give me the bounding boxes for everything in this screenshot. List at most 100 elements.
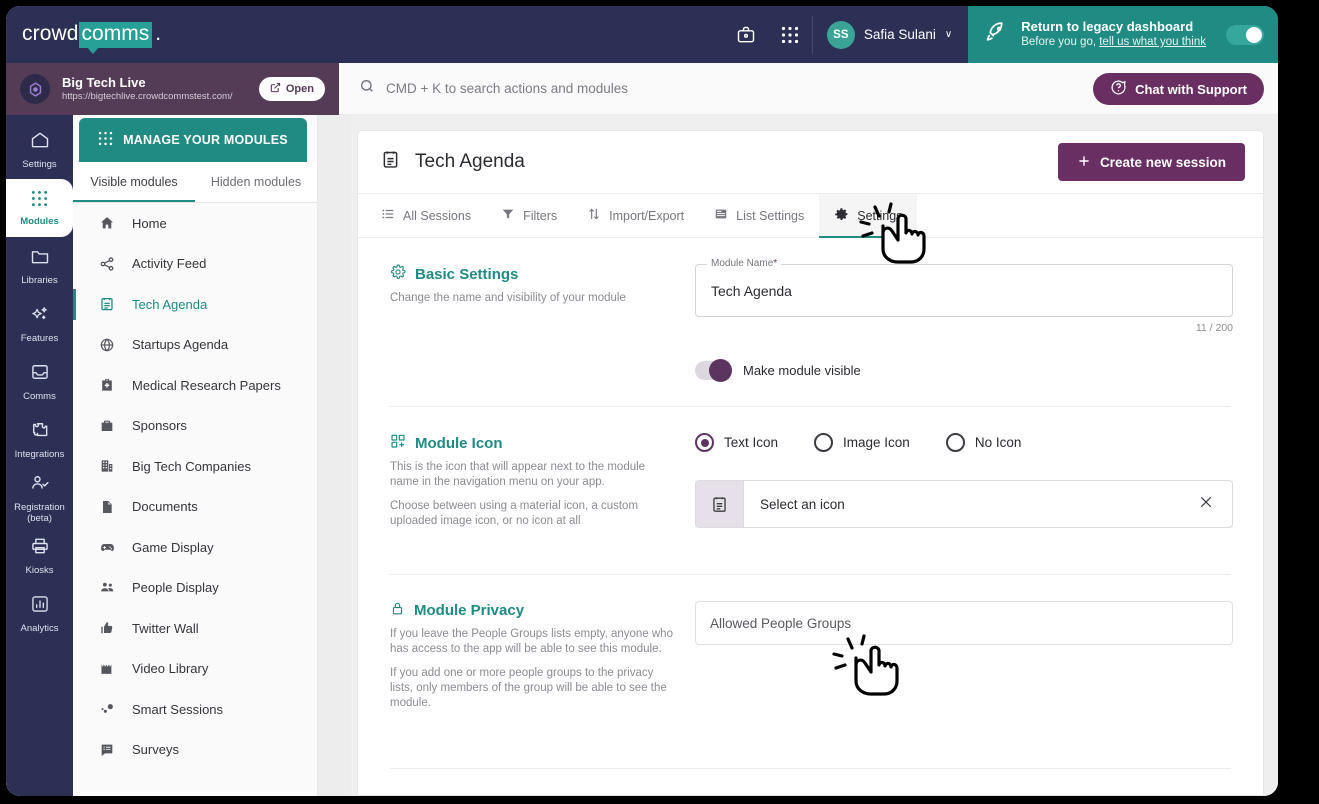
plus-icon — [1077, 154, 1091, 171]
module-privacy-heading: Module Privacy — [390, 601, 673, 620]
heading-text: Module Privacy — [414, 602, 525, 619]
list-item-label: People Display — [132, 580, 219, 596]
icon-selector[interactable]: Select an icon — [695, 480, 1233, 528]
brand-part-2: comms — [78, 21, 153, 54]
list-item[interactable]: Medical Research Papers — [73, 365, 317, 406]
toggle-knob — [709, 359, 732, 382]
list-item[interactable]: Home — [73, 203, 317, 244]
list-item[interactable]: Startups Agenda — [73, 325, 317, 366]
sidebar-item-features[interactable]: Features — [6, 295, 73, 353]
legacy-banner-text: Return to legacy dashboard Before you go… — [1021, 19, 1206, 50]
chat-with-support-button[interactable]: Chat with Support — [1093, 73, 1264, 105]
brand-part-1: crowd — [22, 21, 79, 45]
people-icon — [98, 579, 116, 596]
basic-settings-description-block: Basic Settings Change the name and visib… — [390, 264, 695, 380]
make-module-visible-toggle[interactable] — [695, 359, 732, 382]
sidebar-item-analytics[interactable]: Analytics — [6, 585, 73, 643]
radio-no-icon[interactable]: No Icon — [945, 433, 1021, 452]
module-icon-controls: Text Icon Image Icon No Icon Select an i… — [695, 433, 1247, 538]
tab-import-export[interactable]: Import/Export — [572, 194, 699, 237]
sidebar-item-comms[interactable]: Comms — [6, 353, 73, 411]
manage-your-modules-button[interactable]: MANAGE YOUR MODULES — [79, 118, 307, 162]
create-new-session-button[interactable]: Create new session — [1057, 143, 1245, 181]
list-item[interactable]: Smart Sessions — [73, 689, 317, 730]
tab-label: Import/Export — [609, 208, 685, 223]
tab-filters[interactable]: Filters — [486, 194, 572, 237]
module-privacy-description-1: If you leave the People Groups lists emp… — [390, 628, 673, 655]
tab-visible-modules[interactable]: Visible modules — [73, 162, 195, 202]
tab-hidden-modules[interactable]: Hidden modules — [195, 162, 317, 202]
settings-panel: Basic Settings Change the name and visib… — [358, 238, 1263, 795]
event-name: Big Tech Live — [62, 75, 146, 90]
list-item[interactable]: Big Tech Companies — [73, 446, 317, 487]
sidebar-item-label: Kiosks — [25, 565, 54, 576]
inbox-icon — [30, 362, 50, 387]
rocket-icon — [984, 20, 1009, 50]
close-icon[interactable] — [1198, 494, 1232, 515]
legacy-toggle-switch[interactable] — [1226, 24, 1264, 45]
building-icon — [98, 458, 116, 474]
feedback-link[interactable]: tell us what you think — [1099, 36, 1206, 48]
module-visible-toggle-row: Make module visible — [695, 359, 1233, 382]
list-item-label: Startups Agenda — [132, 337, 229, 353]
sidebar-item-label: Integrations — [14, 449, 65, 460]
module-icon-description-2: Choose between using a material icon, a … — [390, 500, 639, 527]
tab-list-settings[interactable]: List Settings — [699, 194, 819, 237]
open-event-button[interactable]: Open — [258, 77, 325, 101]
module-icon-icon — [390, 433, 406, 453]
tab-settings[interactable]: Settings — [819, 194, 918, 238]
tab-label: List Settings — [736, 208, 805, 223]
list-item[interactable]: Sponsors — [73, 406, 317, 447]
tab-all-sessions[interactable]: All Sessions — [366, 194, 486, 237]
legacy-dashboard-banner[interactable]: Return to legacy dashboard Before you go… — [968, 6, 1278, 63]
radio-text-icon[interactable]: Text Icon — [695, 433, 778, 452]
radio-dot-selected — [695, 433, 714, 452]
sidebar-item-label: Comms — [23, 391, 56, 402]
agenda-icon — [98, 296, 116, 312]
sidebar-item-modules[interactable]: Modules — [6, 167, 73, 237]
chat-support-label: Chat with Support — [1135, 81, 1247, 97]
crowdcomms-logo[interactable]: crowd comms. — [6, 21, 161, 54]
user-menu[interactable]: SS Safia Sulani ∨ — [813, 6, 968, 63]
allowed-people-groups-input[interactable]: Allowed People Groups — [695, 601, 1233, 645]
briefcase-icon[interactable] — [724, 6, 768, 63]
list-item[interactable]: Twitter Wall — [73, 608, 317, 649]
list-item[interactable]: Documents — [73, 487, 317, 528]
gear-icon — [390, 264, 406, 284]
agenda-icon — [380, 149, 401, 176]
basic-settings-heading: Basic Settings — [390, 264, 673, 284]
list-item[interactable]: Activity Feed — [73, 244, 317, 285]
sidebar-item-integrations[interactable]: Integrations — [6, 411, 73, 469]
list-settings-icon — [714, 207, 728, 224]
module-name-input[interactable]: Tech Agenda — [711, 283, 792, 299]
list-item[interactable]: People Display — [73, 568, 317, 609]
search-input[interactable]: CMD + K to search actions and modules — [386, 81, 628, 96]
list-item-label: Game Display — [132, 539, 214, 555]
card-header: Tech Agenda Create new session — [358, 131, 1263, 194]
list-item[interactable]: Video Library — [73, 649, 317, 690]
list-item-tech-agenda[interactable]: Tech Agenda — [73, 284, 317, 325]
sidebar-item-libraries[interactable]: Libraries — [6, 237, 73, 295]
module-privacy-description-2: If you add one or more people groups to … — [390, 667, 667, 709]
create-button-label: Create new session — [1099, 154, 1226, 170]
event-bar: Big Tech Live https://bigtechlive.crowdc… — [6, 63, 1278, 115]
basic-settings-description: Change the name and visibility of your m… — [390, 292, 626, 304]
globe-icon — [98, 337, 116, 353]
thumbs-up-icon — [98, 620, 116, 636]
list-item-label: Twitter Wall — [132, 620, 199, 636]
list-item[interactable]: Surveys — [73, 730, 317, 771]
radio-image-icon[interactable]: Image Icon — [814, 433, 910, 452]
basic-settings-section: Basic Settings Change the name and visib… — [374, 238, 1247, 382]
survey-icon — [98, 742, 116, 758]
list-item-label: Tech Agenda — [132, 296, 208, 312]
sidebar-item-kiosks[interactable]: Kiosks — [6, 527, 73, 585]
list-item-label: Activity Feed — [132, 256, 207, 272]
apps-grid-icon[interactable] — [768, 6, 812, 63]
sidebar-item-registration[interactable]: Registration (beta) — [6, 469, 73, 527]
list-item[interactable]: Game Display — [73, 527, 317, 568]
sidebar-item-label: Libraries — [21, 275, 58, 286]
list-item-label: Medical Research Papers — [132, 377, 281, 393]
event-chip: Big Tech Live https://bigtechlive.crowdc… — [6, 63, 339, 115]
search-icon — [359, 78, 375, 99]
module-name-field[interactable]: Module Name* Tech Agenda — [695, 258, 1233, 317]
